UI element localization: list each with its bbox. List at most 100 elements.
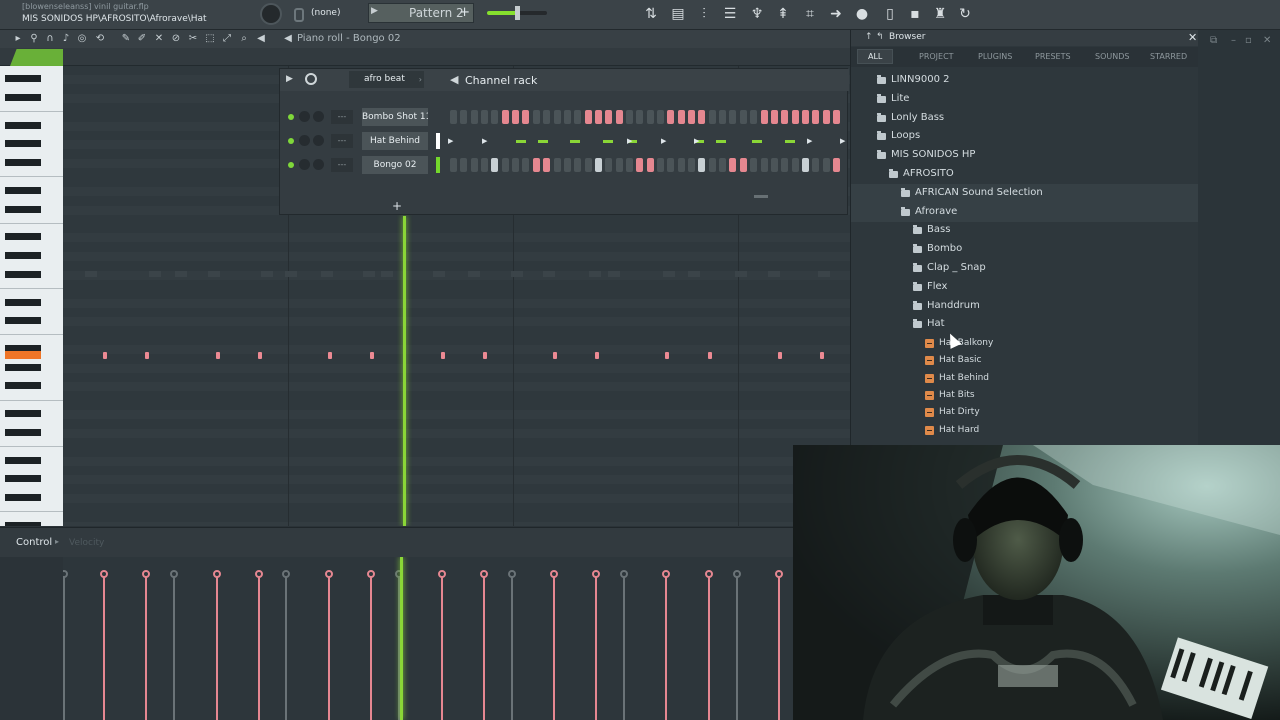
- browser-icon[interactable]: ⇞: [773, 4, 793, 24]
- piano-roll-note[interactable]: [441, 352, 445, 359]
- step-button[interactable]: [667, 110, 674, 124]
- browser-folder[interactable]: Clap _ Snap: [851, 259, 1198, 278]
- save-icon[interactable]: ▪: [905, 4, 925, 24]
- step-button[interactable]: [812, 110, 819, 124]
- piano-roll-icon[interactable]: ▤: [668, 4, 688, 24]
- swing-knob[interactable]: [305, 73, 317, 85]
- piano-keyboard[interactable]: [0, 66, 63, 526]
- tab-starred[interactable]: STARRED: [1150, 52, 1187, 61]
- plugin-icon[interactable]: ♆: [747, 4, 767, 24]
- mixer-track-select[interactable]: ---: [331, 158, 353, 172]
- step-button[interactable]: [595, 158, 602, 172]
- step-button[interactable]: [543, 158, 550, 172]
- piano-roll-note[interactable]: [145, 352, 149, 359]
- step-button[interactable]: [792, 110, 799, 124]
- browser-folder[interactable]: Handdrum: [851, 297, 1198, 316]
- delete-icon[interactable]: ✕: [153, 33, 165, 45]
- tempo-icon[interactable]: ⌗: [800, 4, 820, 24]
- step-button[interactable]: [802, 110, 809, 124]
- piano-roll-note[interactable]: [258, 352, 262, 359]
- loop-icon[interactable]: ⟲: [94, 33, 106, 45]
- step-button[interactable]: [698, 158, 705, 172]
- step-button[interactable]: [616, 158, 623, 172]
- step-button[interactable]: [595, 110, 602, 124]
- velocity-handle[interactable]: [142, 570, 150, 578]
- magnet-icon[interactable]: ⚲: [28, 33, 40, 45]
- piano-black-key[interactable]: [5, 271, 41, 278]
- browser-folder[interactable]: AFRICAN Sound Selection: [851, 184, 1198, 203]
- browser-file[interactable]: Hat Behind: [851, 370, 1198, 387]
- velocity-lane[interactable]: [63, 557, 850, 720]
- piano-black-key[interactable]: [5, 494, 41, 501]
- piano-roll-note[interactable]: [328, 352, 332, 359]
- collapse-arrow-icon[interactable]: ↑: [865, 32, 873, 42]
- piano-roll-note[interactable]: [216, 352, 220, 359]
- step-button[interactable]: [512, 110, 519, 124]
- step-button[interactable]: [522, 158, 529, 172]
- pencil-icon[interactable]: ✎: [120, 33, 132, 45]
- browser-folder[interactable]: Lonly Bass: [851, 109, 1198, 128]
- step-button[interactable]: [491, 158, 498, 172]
- step-button[interactable]: [698, 110, 705, 124]
- master-volume-slider[interactable]: [487, 6, 547, 20]
- step-button[interactable]: [636, 110, 643, 124]
- piano-black-key[interactable]: [5, 317, 41, 324]
- piano-roll-note[interactable]: [820, 352, 824, 359]
- channel-rack-icon[interactable]: ☰: [720, 4, 740, 24]
- velocity-handle[interactable]: [733, 570, 741, 578]
- add-channel-button[interactable]: +: [392, 199, 402, 213]
- step-button[interactable]: [709, 158, 716, 172]
- channel-name-button[interactable]: Bombo Shot 11: [362, 108, 428, 126]
- piano-black-key[interactable]: [5, 299, 41, 306]
- step-button[interactable]: [554, 158, 561, 172]
- step-button[interactable]: [750, 110, 757, 124]
- zoom-icon[interactable]: ⌕: [238, 33, 250, 45]
- piano-roll-note[interactable]: [483, 352, 487, 359]
- filter-group-select[interactable]: afro beat ›: [349, 71, 424, 88]
- step-button[interactable]: [574, 110, 581, 124]
- step-button[interactable]: [657, 110, 664, 124]
- refresh-icon[interactable]: ↻: [955, 4, 975, 24]
- piano-black-key[interactable]: [5, 233, 41, 240]
- step-button[interactable]: [616, 110, 623, 124]
- browser-folder[interactable]: Lite: [851, 90, 1198, 109]
- record-icon[interactable]: ◎: [76, 33, 88, 45]
- maximize-icon[interactable]: ▫: [1245, 35, 1252, 46]
- step-button[interactable]: [522, 110, 529, 124]
- browser-file[interactable]: Hat Basic: [851, 352, 1198, 369]
- piano-black-key[interactable]: [5, 522, 41, 526]
- piano-black-key[interactable]: [5, 187, 41, 194]
- step-button[interactable]: [626, 158, 633, 172]
- step-button[interactable]: [781, 110, 788, 124]
- tab-sounds[interactable]: SOUNDS: [1095, 52, 1129, 61]
- velocity-handle[interactable]: [100, 570, 108, 578]
- step-button[interactable]: [533, 110, 540, 124]
- step-button[interactable]: [823, 110, 830, 124]
- step-button[interactable]: [626, 110, 633, 124]
- playlist-icon[interactable]: ⇅: [641, 4, 661, 24]
- select-icon[interactable]: ⬚: [204, 33, 216, 45]
- tab-presets[interactable]: PRESETS: [1035, 52, 1071, 61]
- channel-mute-led[interactable]: [288, 114, 294, 120]
- velocity-handle[interactable]: [367, 570, 375, 578]
- step-button[interactable]: [481, 110, 488, 124]
- piano-roll-note[interactable]: [553, 352, 557, 359]
- step-button[interactable]: [761, 110, 768, 124]
- step-button[interactable]: [564, 158, 571, 172]
- minimize-icon[interactable]: –: [1231, 35, 1236, 46]
- playback-icon[interactable]: ◀: [282, 33, 294, 45]
- mixer-track-select[interactable]: ---: [331, 110, 353, 124]
- velocity-handle[interactable]: [592, 570, 600, 578]
- master-volume-thumb[interactable]: [515, 6, 520, 20]
- browser-folder[interactable]: MIS SONIDOS HP: [851, 146, 1198, 165]
- step-button[interactable]: [729, 158, 736, 172]
- step-button[interactable]: [771, 110, 778, 124]
- step-button[interactable]: [740, 110, 747, 124]
- channel-pan-knob[interactable]: [299, 111, 310, 122]
- step-button[interactable]: [647, 158, 654, 172]
- step-button[interactable]: [481, 158, 488, 172]
- channel-mute-led[interactable]: [288, 162, 294, 168]
- velocity-handle[interactable]: [620, 570, 628, 578]
- channel-name-button[interactable]: Bongo 02: [362, 156, 428, 174]
- step-button[interactable]: [491, 110, 498, 124]
